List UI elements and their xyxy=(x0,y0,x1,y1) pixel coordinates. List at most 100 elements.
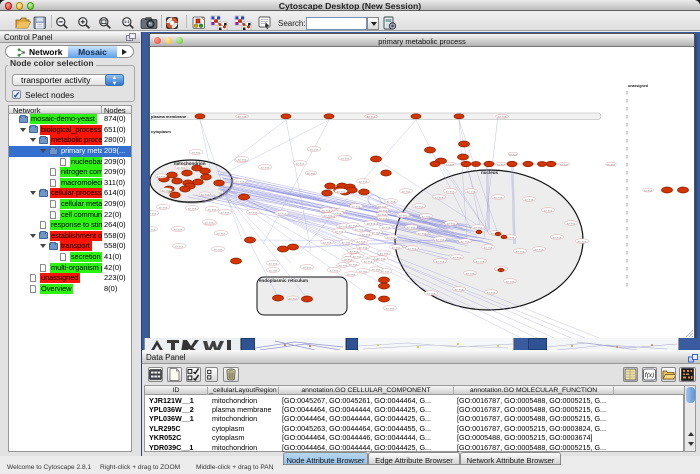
svg-text:xx xxx: xx xxx xyxy=(377,256,386,260)
svg-text:xx xxx: xx xxx xyxy=(386,306,395,310)
svg-text:xx xxx: xx xxx xyxy=(407,225,416,229)
svg-text:xx xxx: xx xxx xyxy=(484,245,493,249)
svg-text:nucleus: nucleus xyxy=(481,170,499,175)
svg-text:xx xxx: xx xxx xyxy=(349,262,358,266)
svg-text:endoplasmic reticulum: endoplasmic reticulum xyxy=(259,278,308,283)
svg-text:xx xxx: xx xxx xyxy=(379,216,388,220)
svg-text:xx xxx: xx xxx xyxy=(188,206,197,210)
svg-text:xx xxx: xx xxx xyxy=(525,197,534,201)
svg-text:xx xxx: xx xxx xyxy=(339,263,348,267)
svg-text:xx xxx: xx xxx xyxy=(487,290,496,294)
svg-text:xx xxx: xx xxx xyxy=(461,239,470,243)
svg-text:xx xxx: xx xxx xyxy=(162,188,171,192)
svg-text:xx xxx: xx xxx xyxy=(289,296,298,300)
svg-text:xx xxx: xx xxx xyxy=(335,229,344,233)
svg-text:xx xxx: xx xxx xyxy=(307,171,316,175)
svg-text:xx xxx: xx xxx xyxy=(560,162,569,166)
svg-text:xx xxx: xx xxx xyxy=(359,245,368,249)
svg-text:xx xxx: xx xxx xyxy=(436,259,445,263)
svg-text:xx xxx: xx xxx xyxy=(644,188,653,192)
svg-text:xx xxx: xx xxx xyxy=(427,291,436,295)
svg-text:xx xxx: xx xxx xyxy=(150,211,157,215)
svg-text:xx xxx: xx xxx xyxy=(355,227,364,231)
svg-text:f(x): f(x) xyxy=(645,372,654,379)
svg-text:xx xxx: xx xxx xyxy=(474,225,483,229)
svg-text:xx xxx: xx xxx xyxy=(214,247,223,251)
svg-text:xx xxx: xx xxx xyxy=(208,207,217,211)
svg-text:xx xxx: xx xxx xyxy=(177,165,186,169)
svg-text:xx xxx: xx xxx xyxy=(446,189,455,193)
svg-text:xx xxx: xx xxx xyxy=(337,189,346,193)
svg-text:xx xxx: xx xxx xyxy=(296,161,305,165)
svg-text:xx xxx: xx xxx xyxy=(387,235,396,239)
svg-text:xx xxx: xx xxx xyxy=(342,240,351,244)
svg-text:cytoplasm: cytoplasm xyxy=(151,129,171,134)
svg-text:unassigned: unassigned xyxy=(628,84,648,88)
svg-text:xx xxx: xx xxx xyxy=(364,259,373,263)
svg-text:xx xxx: xx xxx xyxy=(436,237,445,241)
svg-text:xx xxx: xx xxx xyxy=(446,162,455,166)
svg-text:xx xxx: xx xxx xyxy=(408,246,417,250)
svg-text:xx xxx: xx xxx xyxy=(217,231,226,235)
svg-text:xx xxx: xx xxx xyxy=(221,210,230,214)
svg-text:xx xxx: xx xxx xyxy=(205,220,214,224)
svg-text:xx xxx: xx xxx xyxy=(447,221,456,225)
svg-text:xx xxx: xx xxx xyxy=(352,204,361,208)
svg-text:xx xxx: xx xxx xyxy=(303,265,312,269)
svg-text:xx xxx: xx xxx xyxy=(278,211,287,215)
svg-text:xx xxx: xx xxx xyxy=(466,271,475,275)
svg-text:xx xxx: xx xxx xyxy=(372,267,381,271)
svg-text:xx xxx: xx xxx xyxy=(344,257,353,261)
svg-text:xx xxx: xx xxx xyxy=(353,254,362,258)
svg-text:xx xxx: xx xxx xyxy=(201,192,210,196)
svg-text:xx xxx: xx xxx xyxy=(415,204,424,208)
svg-text:xx xxx: xx xxx xyxy=(402,189,411,193)
svg-text:xx xxx: xx xxx xyxy=(567,221,576,225)
svg-text:xx xxx: xx xxx xyxy=(269,268,278,272)
svg-text:xx xxx: xx xxx xyxy=(367,115,376,119)
svg-text:xx xxx: xx xxx xyxy=(553,235,562,239)
svg-text:xx xxx: xx xxx xyxy=(350,249,359,253)
svg-text:plasma membrane: plasma membrane xyxy=(151,114,187,119)
svg-text:xx xxx: xx xxx xyxy=(175,244,184,248)
svg-text:xx xxx: xx xxx xyxy=(372,230,381,234)
svg-text:xx xxx: xx xxx xyxy=(238,115,247,119)
svg-text:xx xxx: xx xxx xyxy=(418,231,427,235)
svg-text:xx xxx: xx xxx xyxy=(261,165,270,169)
svg-text:xx xxx: xx xxx xyxy=(357,239,366,243)
svg-text:xx xxx: xx xxx xyxy=(399,213,408,217)
svg-text:xx xxx: xx xxx xyxy=(494,195,503,199)
svg-text:xx xxx: xx xxx xyxy=(476,259,485,263)
svg-text:xx xxx: xx xxx xyxy=(498,115,507,119)
svg-text:xx xxx: xx xxx xyxy=(367,221,376,225)
svg-text:xx xxx: xx xxx xyxy=(497,162,506,166)
svg-text:xx xxx: xx xxx xyxy=(174,227,183,231)
svg-text:xx xxx: xx xxx xyxy=(159,205,168,209)
svg-text:xx xxx: xx xxx xyxy=(516,249,525,253)
svg-text:xx xxx: xx xxx xyxy=(341,156,350,160)
svg-text:xx xxx: xx xxx xyxy=(359,179,368,183)
svg-text:xx xxx: xx xxx xyxy=(347,272,356,276)
svg-text:xx xxx: xx xxx xyxy=(455,287,464,291)
svg-text:xx xxx: xx xxx xyxy=(506,279,515,283)
svg-text:xx xxx: xx xxx xyxy=(382,225,391,229)
svg-text:xx xxx: xx xxx xyxy=(157,174,166,178)
svg-text:xx xxx: xx xxx xyxy=(238,157,247,161)
svg-text:xx xxx: xx xxx xyxy=(323,240,332,244)
svg-text:xx xxx: xx xxx xyxy=(236,179,245,183)
svg-text:xx xxx: xx xxx xyxy=(330,268,339,272)
svg-text:xx xxx: xx xxx xyxy=(607,162,616,166)
svg-text:xx xxx: xx xxx xyxy=(192,150,201,154)
svg-text:xx xxx: xx xxx xyxy=(422,214,431,218)
svg-text:xx xxx: xx xxx xyxy=(359,269,368,273)
svg-text:xx xxx: xx xxx xyxy=(269,261,278,265)
svg-text:xx xxx: xx xxx xyxy=(362,232,371,236)
svg-text:xx xxx: xx xxx xyxy=(535,247,544,251)
svg-text:xx xxx: xx xxx xyxy=(249,210,258,214)
svg-text:xx xxx: xx xxx xyxy=(435,195,444,199)
svg-text:xx xxx: xx xxx xyxy=(322,208,331,212)
svg-text:xx xxx: xx xxx xyxy=(387,199,396,203)
svg-text:xx xxx: xx xxx xyxy=(467,189,476,193)
svg-text:xx xxx: xx xxx xyxy=(324,213,333,217)
svg-text:xx xxx: xx xxx xyxy=(310,147,319,151)
